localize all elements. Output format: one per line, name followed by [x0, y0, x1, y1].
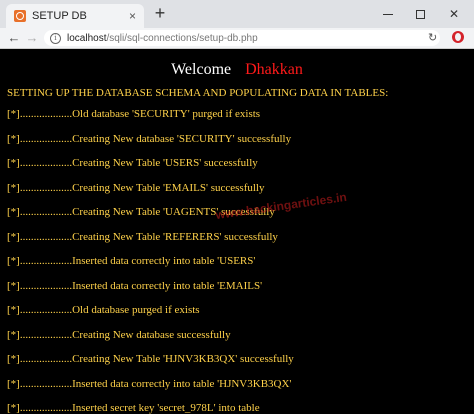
- log-line: [*]...................Creating New Table…: [7, 157, 258, 169]
- log-line: [*]...................Inserted data corr…: [7, 255, 256, 267]
- address-toolbar: ← → i localhost/sqli/sql-connections/set…: [0, 28, 474, 49]
- maximize-button[interactable]: [404, 0, 436, 28]
- minimize-button[interactable]: [372, 0, 404, 28]
- tab-title: SETUP DB: [32, 10, 87, 22]
- log-line: [*]...................Creating New datab…: [7, 328, 231, 341]
- log-line: [*]...................Creating New Table…: [7, 181, 265, 194]
- log-line: [*]...................Old database 'SECU…: [7, 108, 261, 120]
- log-line: [*]...................Creating New Table…: [7, 353, 294, 365]
- log-line: [*]...................Creating New Table…: [7, 230, 278, 243]
- user-name: Dhakkan: [245, 61, 303, 78]
- minimize-icon: [383, 13, 393, 15]
- log-line: [*]...................Creating New datab…: [7, 132, 292, 145]
- browser-tab[interactable]: SETUP DB ×: [6, 4, 144, 28]
- welcome-banner: Welcome Dhakkan: [0, 61, 474, 79]
- log-line: [*]...................Inserted secret ke…: [7, 402, 260, 414]
- log-line: [*]...................Old database purge…: [7, 304, 200, 316]
- watermark: www.hackingarticles.in: [214, 189, 348, 223]
- welcome-text: Welcome: [171, 61, 232, 78]
- tab-close-icon[interactable]: ×: [129, 9, 136, 23]
- info-icon[interactable]: i: [50, 32, 61, 44]
- url-path: /sqli/sql-connections/setup-db.php: [106, 32, 258, 44]
- forward-button[interactable]: →: [24, 30, 40, 46]
- address-bar[interactable]: i localhost/sqli/sql-connections/setup-d…: [44, 30, 440, 46]
- log-line: [*]...................Inserted data corr…: [7, 279, 263, 292]
- xampp-favicon-icon: [14, 10, 26, 22]
- back-button[interactable]: ←: [6, 30, 22, 46]
- tab-strip: SETUP DB × + ✕: [0, 0, 474, 28]
- log-line: [*]...................Inserted data corr…: [7, 377, 292, 390]
- opera-menu-icon[interactable]: [452, 31, 464, 43]
- setup-heading: SETTING UP THE DATABASE SCHEMA AND POPUL…: [7, 87, 389, 99]
- new-tab-button[interactable]: +: [150, 4, 170, 24]
- reload-icon[interactable]: ↻: [428, 31, 437, 44]
- maximize-icon: [415, 9, 425, 19]
- close-window-button[interactable]: ✕: [438, 0, 470, 28]
- url-text[interactable]: localhost/sqli/sql-connections/setup-db.…: [67, 33, 258, 44]
- url-host: localhost: [67, 32, 107, 44]
- page-content: Welcome Dhakkan SETTING UP THE DATABASE S…: [0, 49, 474, 414]
